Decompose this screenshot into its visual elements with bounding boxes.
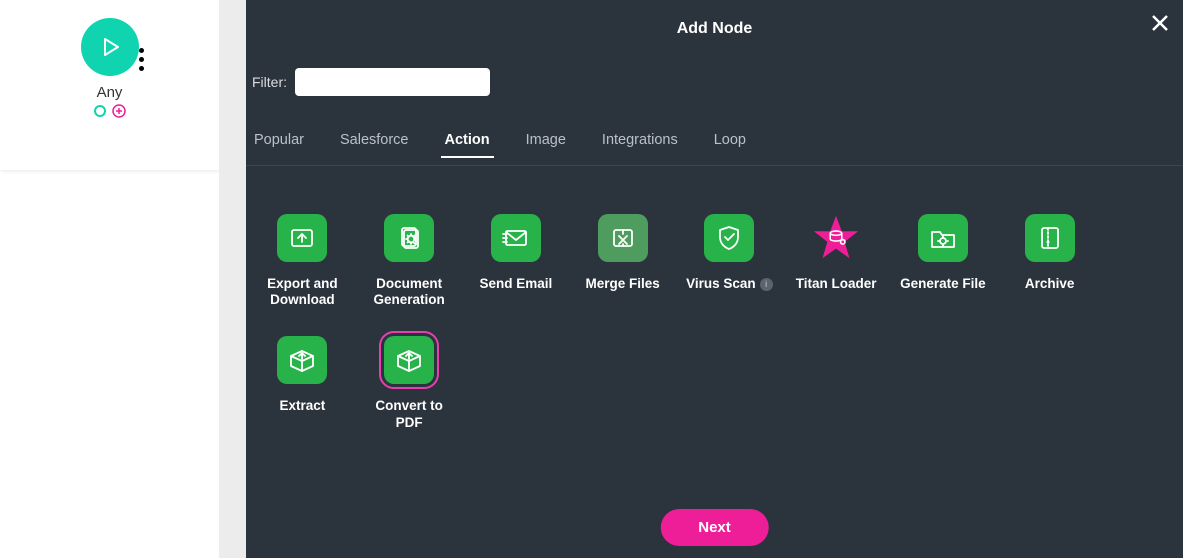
play-icon [98, 35, 122, 59]
node-label: Any [97, 84, 123, 101]
action-tile-label: Extract [279, 398, 325, 414]
category-tabs: Popular Salesforce Action Image Integrations… [246, 132, 1183, 166]
box-extract-icon [277, 336, 327, 384]
action-tile-merge-files[interactable]: Merge Files [574, 214, 671, 308]
play-button[interactable] [81, 18, 139, 76]
action-tile-label: Generate File [900, 276, 986, 292]
workspace-backdrop: Add Node Filter: Popular Salesforce Action… [219, 0, 1183, 558]
next-button[interactable]: Next [660, 509, 769, 546]
action-tile-send-email[interactable]: Send Email [468, 214, 565, 308]
filter-label: Filter: [252, 74, 287, 90]
filter-input[interactable] [295, 68, 490, 96]
action-tile-convert-to-pdf[interactable]: Convert to PDF [361, 336, 458, 430]
start-node[interactable]: Any [0, 18, 219, 118]
action-tile-label: Convert to PDF [362, 398, 457, 430]
action-tile-label: Archive [1025, 276, 1075, 292]
tab-action[interactable]: Action [445, 132, 490, 157]
action-tile-virus-scan[interactable]: Virus Scani [681, 214, 778, 308]
action-tile-label: Virus Scani [686, 276, 773, 292]
action-tile-label: Titan Loader [796, 276, 877, 292]
action-grid: Export and Download Document Generation Se… [246, 166, 1106, 431]
action-tile-export-and-download[interactable]: Export and Download [254, 214, 351, 308]
filter-row: Filter: [246, 68, 1183, 96]
status-circle-icon [94, 105, 106, 117]
add-node-modal: Add Node Filter: Popular Salesforce Action… [246, 0, 1183, 558]
action-tile-titan-loader[interactable]: Titan Loader [788, 214, 885, 308]
star-db-icon [811, 214, 861, 262]
doc-gear-icon [384, 214, 434, 262]
action-tile-document-generation[interactable]: Document Generation [361, 214, 458, 308]
merge-icon [598, 214, 648, 262]
tab-popular[interactable]: Popular [254, 132, 304, 157]
folder-gear-icon [918, 214, 968, 262]
action-tile-archive[interactable]: Archive [1001, 214, 1098, 308]
box-convert-icon [384, 336, 434, 384]
action-tile-generate-file[interactable]: Generate File [895, 214, 992, 308]
upload-icon [277, 214, 327, 262]
tab-loop[interactable]: Loop [714, 132, 746, 157]
add-node-icon[interactable] [112, 104, 126, 118]
action-tile-extract[interactable]: Extract [254, 336, 351, 430]
node-menu-button[interactable] [139, 48, 145, 71]
close-button[interactable] [1149, 12, 1171, 34]
info-icon[interactable]: i [760, 278, 773, 291]
action-tile-label: Document Generation [362, 276, 457, 308]
modal-title: Add Node [246, 0, 1183, 38]
action-tile-label: Merge Files [585, 276, 659, 292]
canvas-side-panel: Any [0, 0, 219, 170]
envelope-icon [491, 214, 541, 262]
tab-image[interactable]: Image [526, 132, 566, 157]
shield-icon [704, 214, 754, 262]
action-tile-label: Export and Download [255, 276, 350, 308]
tab-salesforce[interactable]: Salesforce [340, 132, 409, 157]
zip-icon [1025, 214, 1075, 262]
tab-integrations[interactable]: Integrations [602, 132, 678, 157]
node-status-icons [94, 104, 126, 118]
action-tile-label: Send Email [479, 276, 552, 292]
